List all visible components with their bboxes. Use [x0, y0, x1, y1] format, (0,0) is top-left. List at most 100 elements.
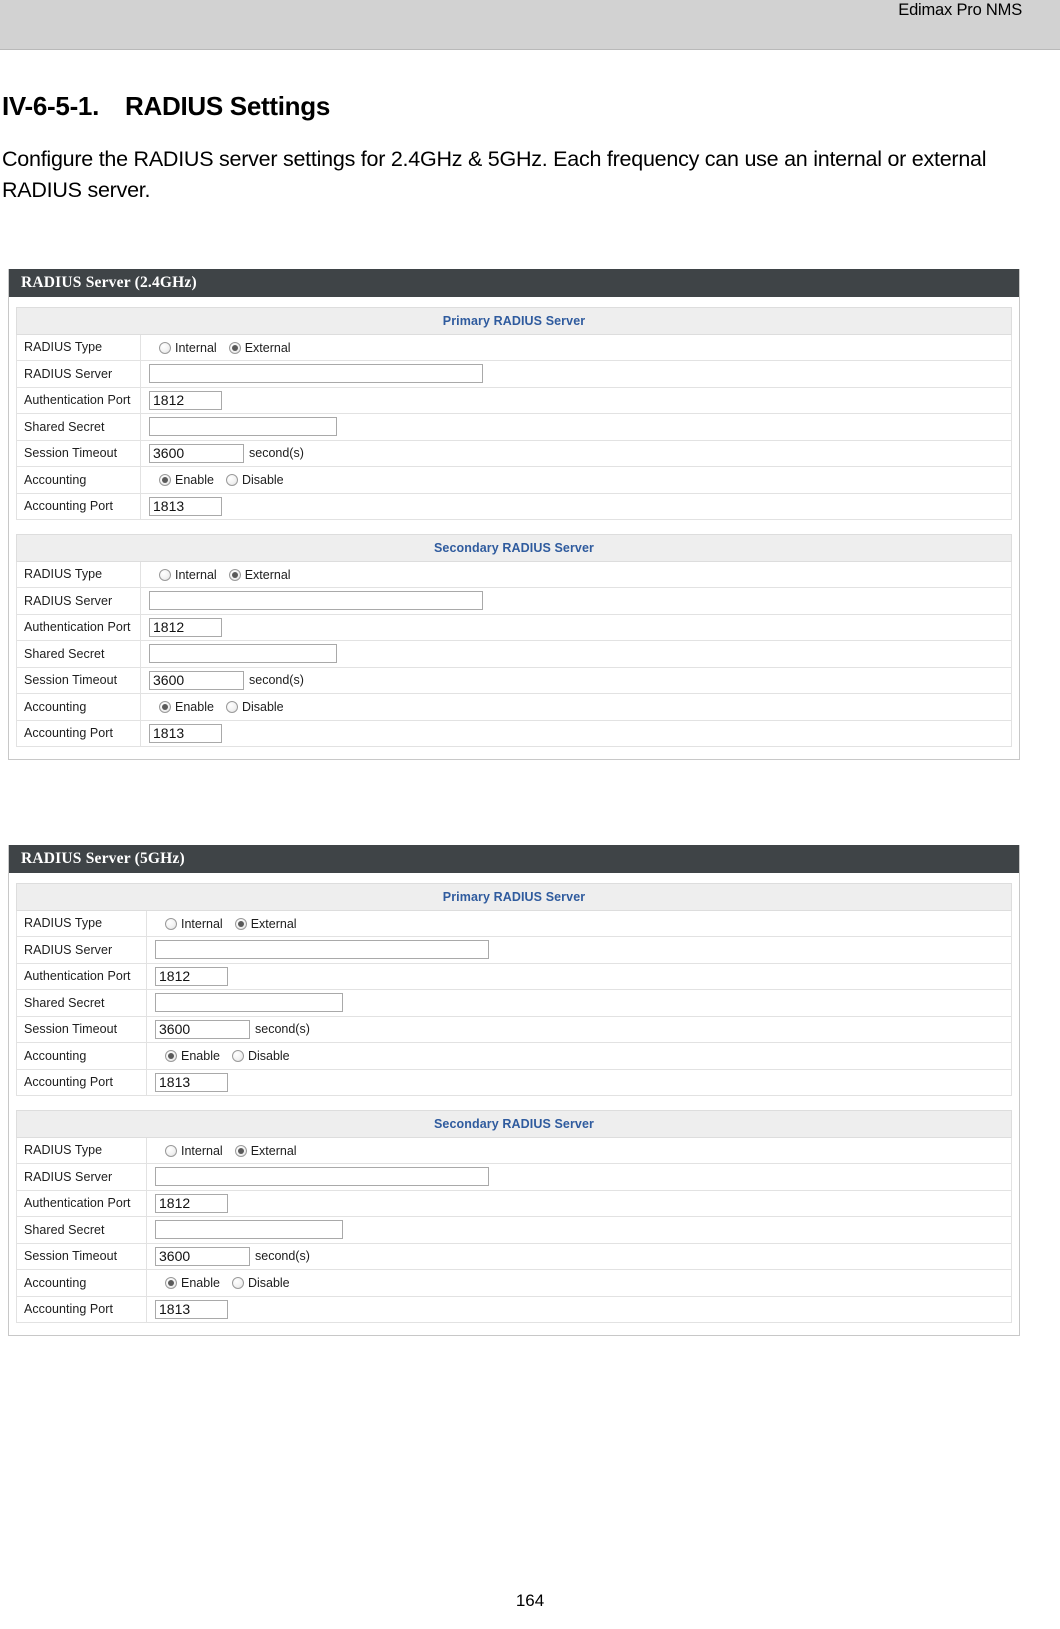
radio-option-radius-type-1[interactable]: External: [228, 567, 291, 582]
radio-option-radius-type-0[interactable]: Internal: [159, 567, 217, 582]
radio-button-icon[interactable]: [159, 341, 171, 354]
table-row: Accounting Enable Disable: [16, 1042, 1012, 1070]
radio-button-icon[interactable]: [159, 474, 171, 487]
radio-button-icon[interactable]: [231, 1277, 244, 1290]
radio-option-radius-type-1[interactable]: External: [234, 916, 297, 931]
row-value-accounting: Enable Disable: [146, 1042, 1012, 1070]
session-timeout-input[interactable]: 3600: [155, 1246, 250, 1266]
radio-option-label: Internal: [181, 1143, 223, 1158]
session-timeout-unit-label: second(s): [255, 1249, 310, 1264]
radius-server-input[interactable]: [155, 1167, 489, 1187]
row-value-shared-secret: [146, 989, 1012, 1017]
radius-type-radio-group[interactable]: Internal External: [149, 340, 303, 355]
accounting-radio-group[interactable]: Enable Disable: [155, 1048, 302, 1063]
radio-option-accounting-1[interactable]: Disable: [231, 1049, 290, 1063]
page-title: IV-6-5-1. RADIUS Settings: [0, 91, 1060, 122]
radio-option-accounting-0[interactable]: Enable: [165, 1276, 220, 1290]
radio-button-icon[interactable]: [165, 1277, 177, 1290]
session-timeout-input[interactable]: 3600: [149, 443, 244, 463]
row-value-accounting-port: 1813: [140, 719, 1012, 747]
row-label-accounting-port: Accounting Port: [16, 492, 141, 520]
table-row: RADIUS Type Internal External: [16, 560, 1012, 588]
radius-type-radio-group[interactable]: Internal External: [155, 1143, 309, 1158]
shared-secret-input[interactable]: [155, 1220, 343, 1240]
accounting-port-input[interactable]: 1813: [149, 723, 222, 743]
accounting-radio-group[interactable]: Enable Disable: [149, 472, 296, 487]
accounting-port-input[interactable]: 1813: [155, 1299, 228, 1319]
row-value-radius-server: [146, 1163, 1012, 1191]
radius-server-input[interactable]: [149, 364, 483, 384]
accounting-radio-group[interactable]: Enable Disable: [155, 1275, 302, 1290]
row-value-session-timeout: 3600 second(s): [140, 666, 1012, 694]
radio-button-icon[interactable]: [228, 568, 241, 581]
radius-type-radio-group[interactable]: Internal External: [149, 567, 303, 582]
radius-server-input[interactable]: [149, 591, 483, 611]
table-row: Authentication Port 1812: [16, 386, 1012, 414]
session-timeout-unit-label: second(s): [255, 1022, 310, 1037]
radius-server-input[interactable]: [155, 940, 489, 960]
radio-button-icon[interactable]: [228, 341, 241, 354]
radio-button-icon[interactable]: [234, 1144, 247, 1157]
group-header-label: Secondary RADIUS Server: [16, 1110, 1012, 1138]
row-value-session-timeout: 3600 second(s): [146, 1242, 1012, 1270]
authentication-port-input[interactable]: 1812: [155, 1193, 228, 1213]
radio-option-accounting-0[interactable]: Enable: [159, 473, 214, 488]
radio-option-radius-type-0[interactable]: Internal: [165, 916, 223, 931]
radio-option-radius-type-1[interactable]: External: [234, 1143, 297, 1158]
shared-secret-input[interactable]: [149, 417, 337, 437]
authentication-port-input[interactable]: 1812: [149, 617, 222, 637]
accounting-port-input[interactable]: 1813: [149, 496, 222, 516]
row-label-radius-server: RADIUS Server: [16, 936, 147, 964]
row-label-shared-secret: Shared Secret: [16, 640, 141, 668]
group-header-row: Primary RADIUS Server: [16, 883, 1012, 911]
row-label-accounting-port: Accounting Port: [16, 1295, 147, 1323]
session-timeout-input[interactable]: 3600: [155, 1019, 250, 1039]
row-value-accounting: Enable Disable: [140, 693, 1012, 721]
radio-option-accounting-0[interactable]: Enable: [165, 1049, 220, 1063]
shared-secret-input[interactable]: [149, 644, 337, 664]
radio-button-icon[interactable]: [159, 568, 171, 581]
radius-group-table: Secondary RADIUS Server RADIUS Type Intern…: [16, 534, 1012, 747]
session-timeout-input[interactable]: 3600: [149, 670, 244, 690]
radio-option-label: Internal: [175, 567, 217, 582]
table-row: Accounting Port 1813: [16, 1068, 1012, 1096]
radio-button-icon[interactable]: [165, 917, 177, 930]
radio-button-icon[interactable]: [165, 1144, 177, 1157]
radio-option-radius-type-1[interactable]: External: [228, 340, 291, 355]
radio-option-accounting-1[interactable]: Disable: [225, 473, 284, 487]
authentication-port-input[interactable]: 1812: [155, 966, 228, 986]
row-label-authentication-port: Authentication Port: [16, 613, 141, 641]
radio-button-icon[interactable]: [165, 1050, 177, 1063]
shared-secret-input[interactable]: [155, 993, 343, 1013]
radio-option-label: Disable: [241, 700, 284, 715]
panel-title: RADIUS Server (2.4GHz): [9, 269, 1019, 297]
authentication-port-input[interactable]: 1812: [149, 390, 222, 410]
radio-option-accounting-0[interactable]: Enable: [159, 700, 214, 714]
accounting-port-input[interactable]: 1813: [155, 1072, 228, 1092]
document-body: IV-6-5-1. RADIUS Settings Configure the R…: [0, 50, 1060, 205]
radio-option-accounting-1[interactable]: Disable: [225, 700, 284, 715]
radio-button-icon[interactable]: [234, 917, 247, 930]
radio-button-icon[interactable]: [159, 701, 171, 714]
accounting-radio-group[interactable]: Enable Disable: [149, 699, 296, 714]
row-value-accounting: Enable Disable: [146, 1269, 1012, 1297]
group-header-label: Primary RADIUS Server: [16, 883, 1012, 911]
row-label-shared-secret: Shared Secret: [16, 413, 141, 441]
radio-option-radius-type-0[interactable]: Internal: [165, 1143, 223, 1158]
page-number: 164: [515, 1591, 545, 1610]
radio-option-radius-type-0[interactable]: Internal: [159, 340, 217, 355]
table-row: Accounting Enable Disable: [16, 466, 1012, 494]
table-row: Accounting Enable Disable: [16, 693, 1012, 721]
radius-panel: RADIUS Server (5GHz) Primary RADIUS Serve…: [8, 845, 1020, 1336]
group-header-label: Primary RADIUS Server: [16, 307, 1012, 335]
radio-option-accounting-1[interactable]: Disable: [231, 1276, 290, 1290]
row-label-accounting-port: Accounting Port: [16, 1068, 147, 1096]
radio-button-icon[interactable]: [225, 474, 238, 487]
radius-type-radio-group[interactable]: Internal External: [155, 916, 309, 931]
row-value-session-timeout: 3600 second(s): [146, 1015, 1012, 1043]
radio-option-label: Enable: [175, 473, 214, 488]
row-value-radius-server: [146, 936, 1012, 964]
radio-button-icon[interactable]: [225, 701, 238, 714]
radio-button-icon[interactable]: [231, 1050, 244, 1063]
radio-option-label: External: [250, 1143, 297, 1158]
